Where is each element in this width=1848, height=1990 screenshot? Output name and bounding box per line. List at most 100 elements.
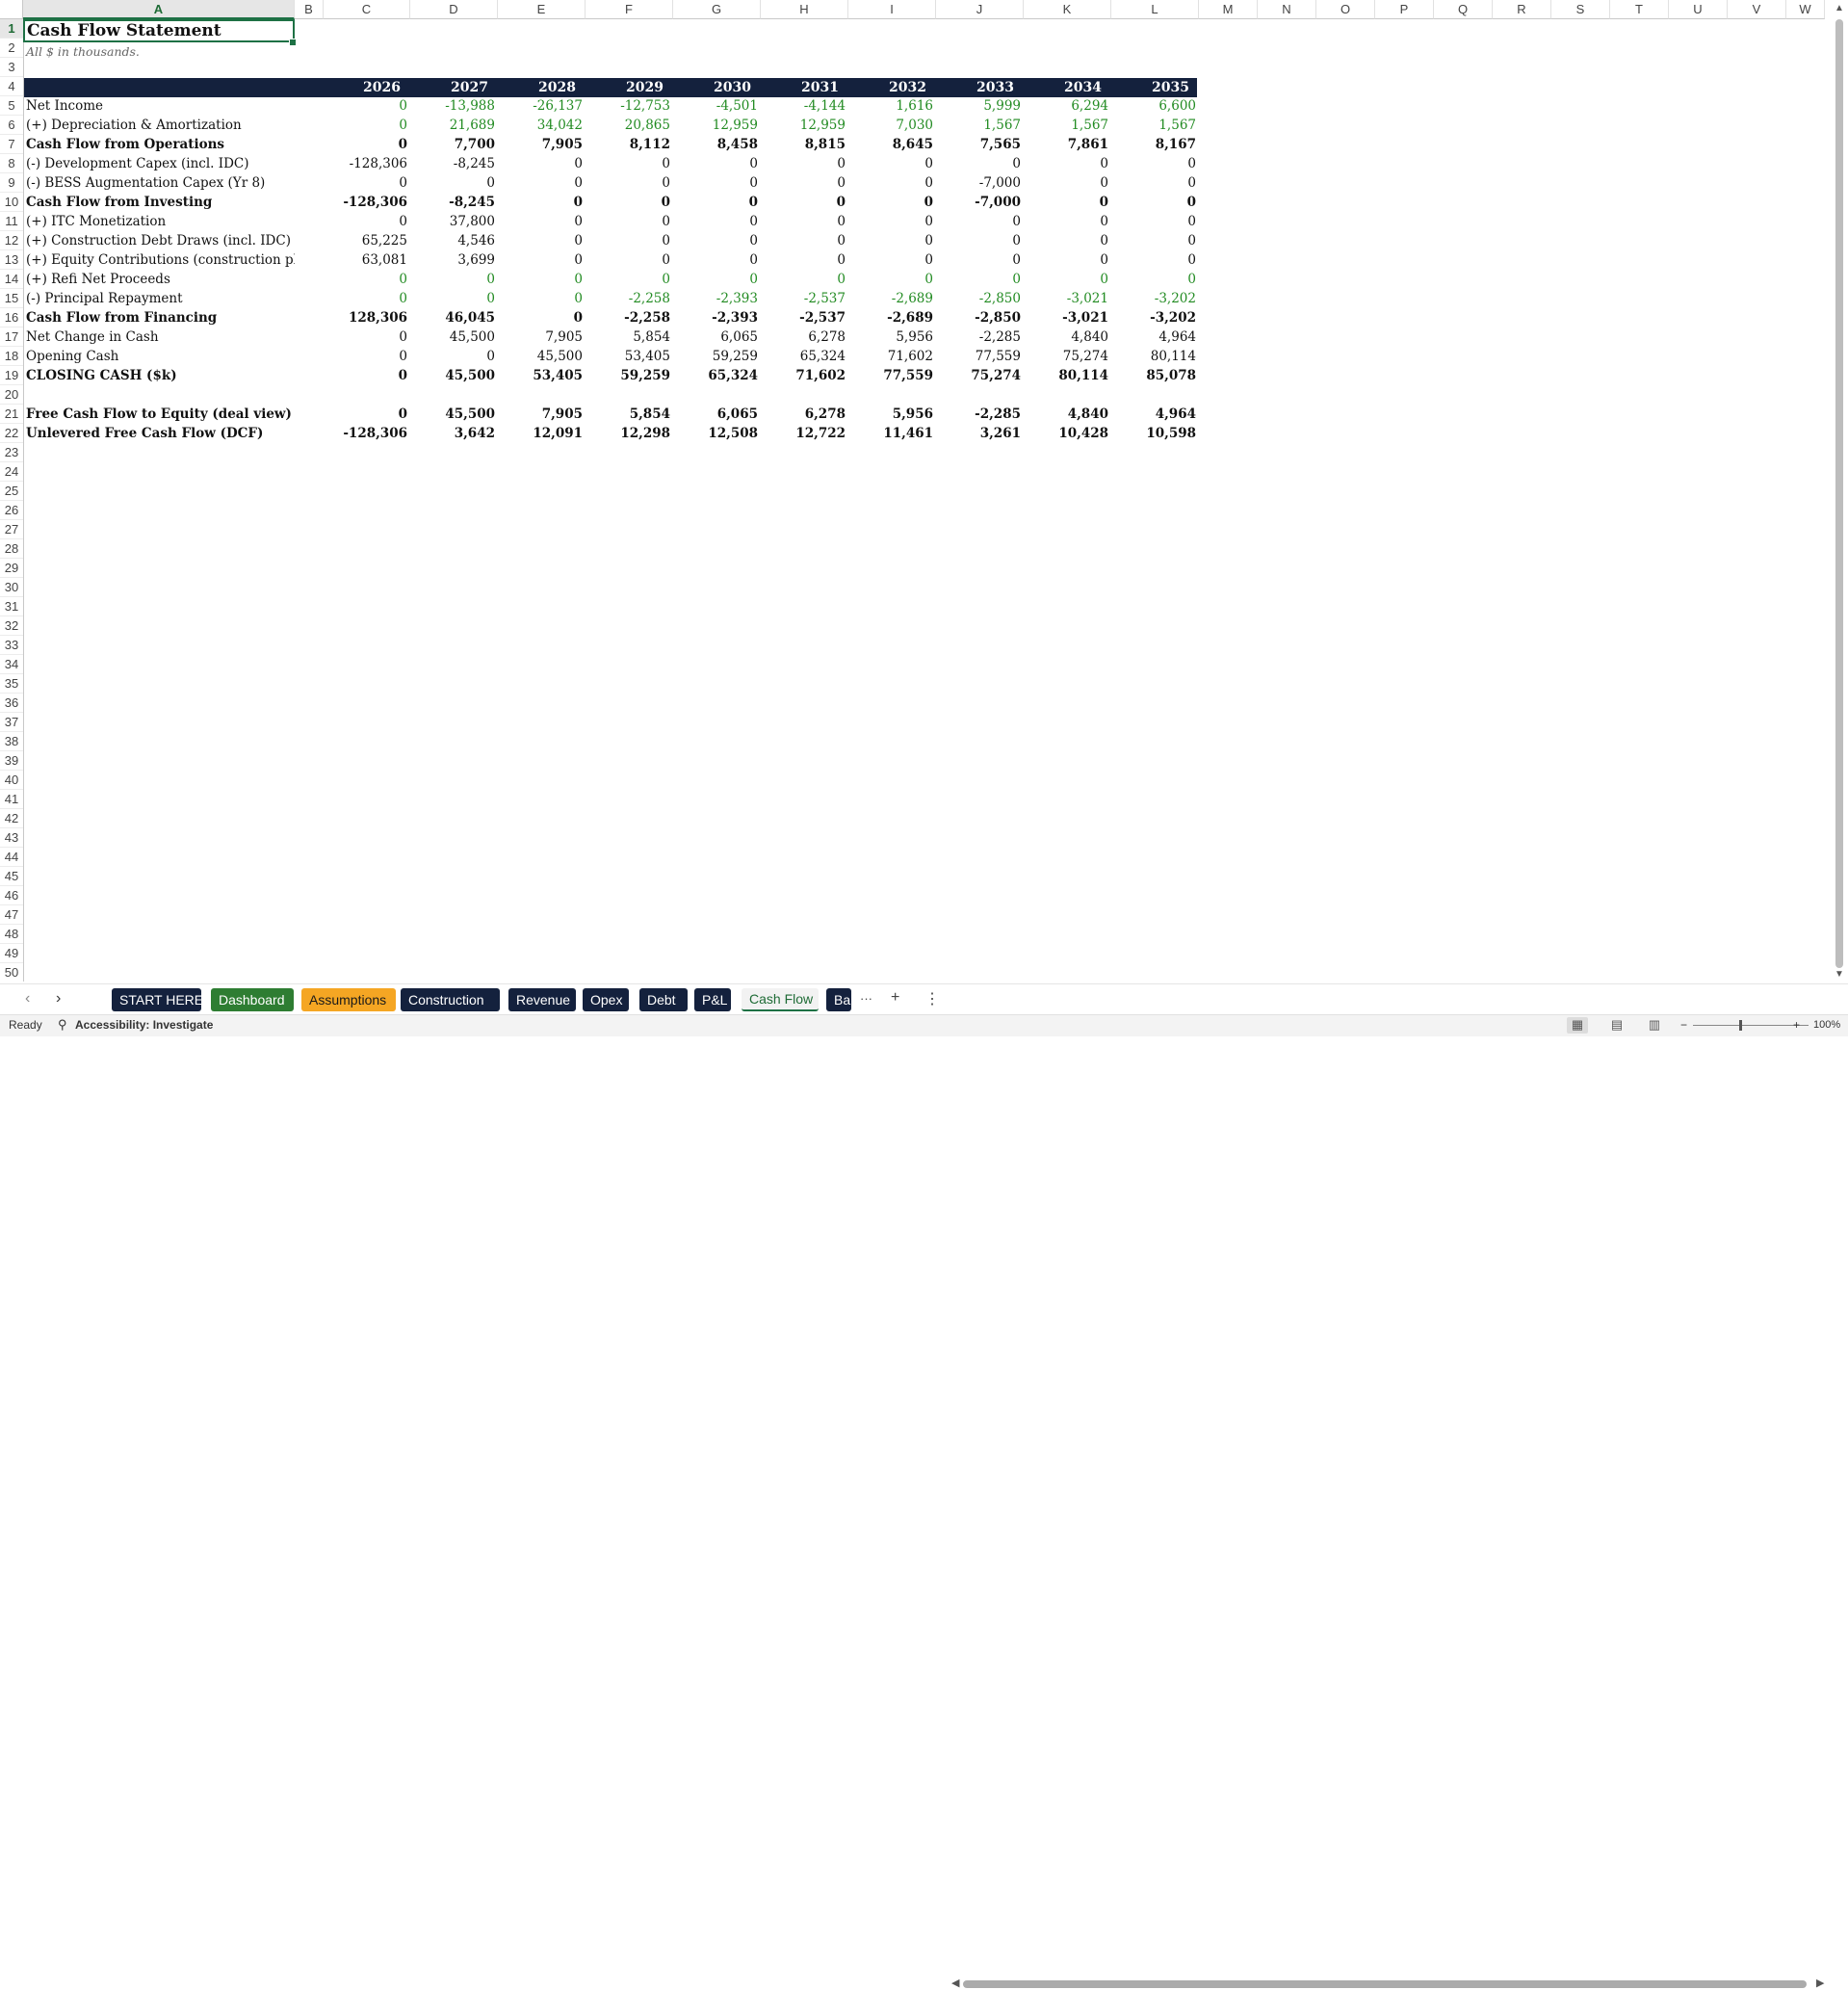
row-header-10[interactable]: 10 — [0, 193, 23, 212]
value-cell[interactable]: 1,567 — [1111, 116, 1199, 135]
value-cell[interactable]: 0 — [1024, 212, 1111, 231]
column-header-c[interactable]: C — [324, 0, 410, 19]
row-label[interactable]: (+) Refi Net Proceeds — [23, 270, 295, 289]
row-header-27[interactable]: 27 — [0, 520, 23, 539]
row-header-17[interactable]: 17 — [0, 327, 23, 347]
zoom-level[interactable]: 100% — [1813, 1019, 1840, 1031]
value-cell[interactable]: 12,298 — [586, 424, 673, 443]
value-cell[interactable]: -128,306 — [324, 424, 410, 443]
row-header-41[interactable]: 41 — [0, 790, 23, 809]
value-cell[interactable]: 6,294 — [1024, 96, 1111, 116]
value-cell[interactable]: 0 — [498, 173, 586, 193]
value-cell[interactable]: -128,306 — [324, 154, 410, 173]
row-header-11[interactable]: 11 — [0, 212, 23, 231]
row-header-48[interactable]: 48 — [0, 925, 23, 944]
value-cell[interactable]: -4,501 — [673, 96, 761, 116]
value-cell[interactable]: 0 — [848, 212, 936, 231]
value-cell[interactable]: 0 — [1111, 250, 1199, 270]
scroll-left-arrow-icon[interactable]: ◀ — [951, 1977, 959, 1989]
page-break-preview-icon[interactable]: ▥ — [1644, 1017, 1665, 1034]
value-cell[interactable]: 0 — [324, 289, 410, 308]
row-header-14[interactable]: 14 — [0, 270, 23, 289]
column-header-m[interactable]: M — [1199, 0, 1258, 19]
value-cell[interactable]: 75,274 — [936, 366, 1024, 385]
row-header-19[interactable]: 19 — [0, 366, 23, 385]
value-cell[interactable]: 0 — [1111, 173, 1199, 193]
year-header-2028[interactable]: 2028 — [498, 78, 586, 97]
value-cell[interactable]: 53,405 — [498, 366, 586, 385]
value-cell[interactable]: 0 — [324, 327, 410, 347]
value-cell[interactable]: 0 — [673, 173, 761, 193]
value-cell[interactable]: 0 — [410, 347, 498, 366]
value-cell[interactable]: 0 — [673, 270, 761, 289]
value-cell[interactable]: 12,722 — [761, 424, 848, 443]
column-header-b[interactable]: B — [295, 0, 324, 19]
year-header-2030[interactable]: 2030 — [673, 78, 761, 97]
row-header-7[interactable]: 7 — [0, 135, 23, 154]
row-header-28[interactable]: 28 — [0, 539, 23, 559]
value-cell[interactable]: 65,324 — [673, 366, 761, 385]
row-header-32[interactable]: 32 — [0, 616, 23, 636]
row-header-21[interactable]: 21 — [0, 405, 23, 424]
row-header-15[interactable]: 15 — [0, 289, 23, 308]
spreadsheet-grid[interactable]: ABCDEFGHIJKLMNOPQRSTUVW 1 2 3 4 5 6 7 8 9 10 11 12 1… — [0, 0, 1848, 982]
row-header-9[interactable]: 9 — [0, 173, 23, 193]
vertical-scrollbar[interactable]: ▲ ▼ — [1831, 0, 1848, 982]
column-header-f[interactable]: F — [586, 0, 673, 19]
column-header-e[interactable]: E — [498, 0, 586, 19]
value-cell[interactable]: 0 — [848, 154, 936, 173]
row-header-35[interactable]: 35 — [0, 674, 23, 694]
row-header-45[interactable]: 45 — [0, 867, 23, 886]
zoom-slider-knob[interactable] — [1739, 1020, 1742, 1031]
value-cell[interactable]: -2,850 — [936, 289, 1024, 308]
value-cell[interactable]: -128,306 — [324, 193, 410, 212]
value-cell[interactable]: 8,645 — [848, 135, 936, 154]
row-header-43[interactable]: 43 — [0, 828, 23, 848]
value-cell[interactable]: 0 — [410, 173, 498, 193]
column-header-k[interactable]: K — [1024, 0, 1111, 19]
value-cell[interactable]: 0 — [1024, 193, 1111, 212]
row-header-50[interactable]: 50 — [0, 963, 23, 982]
year-header-2032[interactable]: 2032 — [848, 78, 936, 97]
column-header-j[interactable]: J — [936, 0, 1024, 19]
value-cell[interactable]: 45,500 — [498, 347, 586, 366]
row-label[interactable]: Free Cash Flow to Equity (deal view) — [23, 405, 295, 424]
column-header-s[interactable]: S — [1551, 0, 1610, 19]
year-header-2035[interactable]: 2035 — [1111, 78, 1199, 97]
value-cell[interactable]: 0 — [848, 250, 936, 270]
value-cell[interactable]: -2,850 — [936, 308, 1024, 327]
value-cell[interactable]: 0 — [586, 154, 673, 173]
value-cell[interactable]: 5,854 — [586, 405, 673, 424]
row-header-29[interactable]: 29 — [0, 559, 23, 578]
value-cell[interactable]: 0 — [1024, 250, 1111, 270]
row-header-25[interactable]: 25 — [0, 482, 23, 501]
value-cell[interactable]: 7,905 — [498, 405, 586, 424]
value-cell[interactable]: 0 — [498, 231, 586, 250]
value-cell[interactable]: -2,285 — [936, 327, 1024, 347]
value-cell[interactable]: 12,091 — [498, 424, 586, 443]
value-cell[interactable]: 0 — [498, 270, 586, 289]
row-header-4[interactable]: 4 — [0, 77, 23, 96]
value-cell[interactable]: 5,999 — [936, 96, 1024, 116]
row-label[interactable]: Net Change in Cash — [23, 327, 295, 347]
value-cell[interactable]: 128,306 — [324, 308, 410, 327]
value-cell[interactable]: 0 — [410, 270, 498, 289]
value-cell[interactable]: 1,616 — [848, 96, 936, 116]
value-cell[interactable]: 0 — [673, 193, 761, 212]
row-label[interactable]: Cash Flow from Operations — [23, 135, 295, 154]
value-cell[interactable]: 63,081 — [324, 250, 410, 270]
select-all-corner[interactable] — [0, 0, 23, 19]
row-header-13[interactable]: 13 — [0, 250, 23, 270]
zoom-out-button[interactable]: − — [1680, 1018, 1687, 1032]
value-cell[interactable]: 0 — [936, 154, 1024, 173]
row-header-46[interactable]: 46 — [0, 886, 23, 905]
value-cell[interactable]: 45,500 — [410, 366, 498, 385]
value-cell[interactable]: -2,393 — [673, 289, 761, 308]
row-label[interactable]: (+) ITC Monetization — [23, 212, 295, 231]
scroll-up-arrow-icon[interactable]: ▲ — [1835, 3, 1844, 13]
row-header-16[interactable]: 16 — [0, 308, 23, 327]
value-cell[interactable]: 65,324 — [761, 347, 848, 366]
value-cell[interactable]: 0 — [761, 270, 848, 289]
scroll-down-arrow-icon[interactable]: ▼ — [1835, 969, 1844, 980]
row-header-23[interactable]: 23 — [0, 443, 23, 462]
